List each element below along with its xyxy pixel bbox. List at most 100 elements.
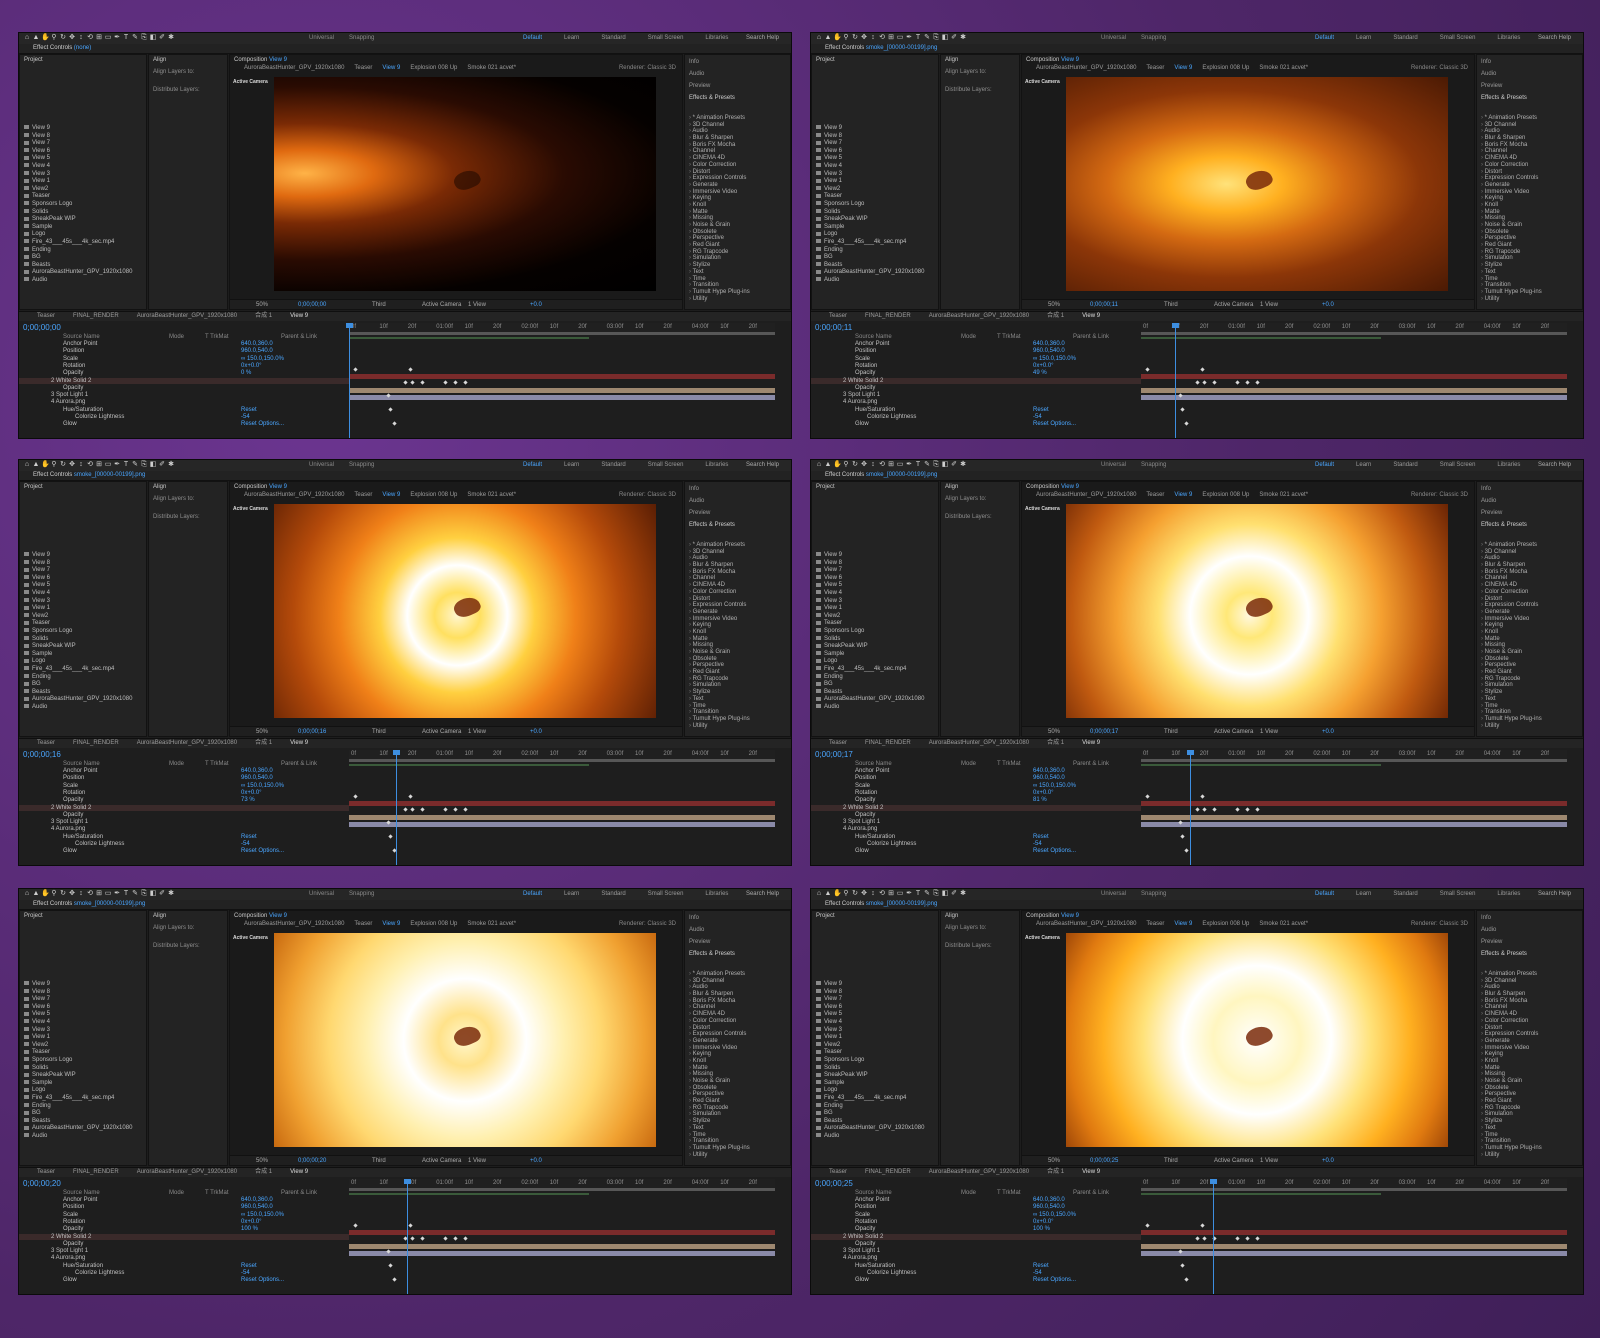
effects-category[interactable]: RG Trapcode (1481, 676, 1581, 683)
workspace-tab[interactable]: Default (1315, 35, 1334, 41)
orbit-icon[interactable]: ↻ (59, 890, 67, 898)
current-timecode[interactable]: 0;00;00;11 (815, 323, 852, 332)
project-item[interactable]: Sample (816, 224, 936, 232)
info-tab[interactable]: Info (1481, 59, 1491, 65)
composition-viewer[interactable] (274, 504, 656, 718)
pan-icon[interactable]: ✥ (68, 890, 76, 898)
effects-category[interactable]: Color Correction (1481, 162, 1581, 169)
project-item[interactable]: Solids (24, 636, 144, 644)
property-row[interactable]: Rotation 0x+0.0° (19, 1219, 349, 1225)
renderer-label[interactable]: Renderer: Classic 3D (1411, 65, 1468, 71)
layer-row-value[interactable]: 0x+0.0° (241, 790, 262, 796)
effects-category[interactable]: Utility (1481, 723, 1581, 730)
view-camera-dropdown[interactable]: Active Camera (1214, 1158, 1253, 1164)
effects-category[interactable]: Blur & Sharpen (1481, 991, 1581, 998)
composition-tab[interactable]: Teaser (1146, 921, 1164, 929)
type-tool-icon[interactable]: T (914, 890, 922, 898)
effects-category[interactable]: Expression Controls (689, 602, 789, 609)
composition-viewer[interactable] (274, 933, 656, 1147)
property-row[interactable]: Scale ∞ 150.0,150.0% (811, 1212, 1141, 1218)
layer-row[interactable]: 3 Spot Light 1 (19, 819, 349, 825)
effects-category[interactable]: Utility (1481, 1152, 1581, 1159)
selection-tool-icon[interactable]: ▲ (824, 890, 832, 898)
effects-category[interactable]: Utility (689, 1152, 789, 1159)
layer-row-value[interactable]: 640.0,360.0 (241, 1197, 273, 1203)
project-item[interactable]: View 3 (816, 171, 936, 179)
workspace-tab[interactable]: Default (523, 35, 542, 41)
effects-category[interactable]: Stylize (1481, 689, 1581, 696)
layer-row-value[interactable]: 640.0,360.0 (1033, 341, 1065, 347)
effects-category[interactable]: Obsolete (1481, 229, 1581, 236)
effects-category[interactable]: Blur & Sharpen (689, 562, 789, 569)
effects-category[interactable]: Transition (689, 1138, 789, 1145)
effects-category[interactable]: Knoll (689, 202, 789, 209)
effects-category[interactable]: Matte (1481, 209, 1581, 216)
layer-row-value[interactable]: 960.0,540.0 (1033, 1204, 1065, 1210)
property-row[interactable]: Position 960.0,540.0 (811, 1204, 1141, 1210)
hand-tool-icon[interactable]: ✋ (833, 890, 842, 898)
project-item[interactable]: View 9 (816, 125, 936, 133)
property-row[interactable]: Rotation 0x+0.0° (19, 363, 349, 369)
keyframe[interactable] (1200, 1223, 1205, 1228)
property-row[interactable]: Opacity 49 % (811, 370, 1141, 376)
rectangle-tool-icon[interactable]: ▭ (104, 890, 112, 898)
effects-category[interactable]: 3D Channel (1481, 978, 1581, 985)
composition-tab[interactable]: Smoke 021 acvet* (467, 65, 516, 73)
effects-category[interactable]: Transition (689, 282, 789, 289)
universal-toggle[interactable]: Universal (309, 462, 334, 468)
project-item[interactable]: View 9 (816, 552, 936, 560)
project-item[interactable]: SneakPeak WIP (24, 1072, 144, 1080)
layer-row-value[interactable]: 0 % (241, 370, 251, 376)
effects-category[interactable]: Generate (1481, 182, 1581, 189)
project-item[interactable]: Beasts (24, 1118, 144, 1126)
composition-tab[interactable]: AuroraBeastHunter_GPV_1920x1080 (1036, 65, 1136, 73)
effects-category[interactable]: Boris FX Mocha (689, 998, 789, 1005)
effects-category[interactable]: Keying (1481, 622, 1581, 629)
property-row[interactable]: Opacity (19, 1241, 349, 1247)
effects-category[interactable]: Audio (689, 984, 789, 991)
workspace-tab[interactable]: Libraries (1497, 462, 1520, 468)
view-camera-dropdown[interactable]: Active Camera (422, 1158, 461, 1164)
current-time-indicator[interactable] (1210, 1179, 1218, 1294)
universal-toggle[interactable]: Universal (309, 35, 334, 41)
keyframe[interactable] (410, 380, 415, 385)
timeline-tab[interactable]: 合成 1 (1047, 1168, 1064, 1177)
effects-category[interactable]: Boris FX Mocha (1481, 998, 1581, 1005)
pan-behind-icon[interactable]: ⊞ (95, 461, 103, 469)
home-icon[interactable]: ⌂ (815, 890, 823, 898)
effects-category[interactable]: Time (689, 276, 789, 283)
effects-category[interactable]: CINEMA 4D (689, 155, 789, 162)
pan-behind-icon[interactable]: ⊞ (95, 34, 103, 42)
layer-row-value[interactable]: 960.0,540.0 (241, 1204, 273, 1210)
project-item[interactable]: Sample (816, 651, 936, 659)
effects-category[interactable]: Color Correction (689, 589, 789, 596)
layer-row-value[interactable]: 640.0,360.0 (1033, 768, 1065, 774)
effects-category[interactable]: Tumult Hype Plug-ins (1481, 289, 1581, 296)
preview-tab[interactable]: Preview (1481, 939, 1502, 945)
zoom-dropdown[interactable]: 50% (256, 1158, 268, 1164)
layer-row-value[interactable]: Reset (241, 1263, 257, 1269)
layer-row[interactable]: 4 Aurora.png (811, 826, 1141, 832)
effects-category[interactable]: Simulation (689, 1111, 789, 1118)
zoom-dropdown[interactable]: 50% (1048, 729, 1060, 735)
selection-tool-icon[interactable]: ▲ (32, 890, 40, 898)
effects-category[interactable]: Tumult Hype Plug-ins (1481, 716, 1581, 723)
rectangle-tool-icon[interactable]: ▭ (896, 890, 904, 898)
property-row[interactable]: Anchor Point 640.0,360.0 (811, 341, 1141, 347)
current-timecode[interactable]: 0;00;00;20 (23, 1179, 61, 1188)
effects-category[interactable]: Matte (689, 636, 789, 643)
keyframe[interactable] (1195, 1236, 1200, 1241)
project-item[interactable]: View 4 (24, 590, 144, 598)
effects-category[interactable]: Stylize (689, 262, 789, 269)
view-camera-dropdown[interactable]: Active Camera (422, 729, 461, 735)
composition-tab[interactable]: Explosion 008 Up (410, 65, 457, 73)
layer-row-value[interactable]: 0x+0.0° (241, 363, 262, 369)
workspace-tab[interactable]: Libraries (705, 462, 728, 468)
effects-category[interactable]: Simulation (1481, 682, 1581, 689)
current-time-indicator[interactable] (1186, 750, 1194, 865)
effects-category[interactable]: Channel (689, 1004, 789, 1011)
layer-row-value[interactable]: Reset (241, 407, 257, 413)
keyframe[interactable] (1255, 1236, 1260, 1241)
timeline-tab[interactable]: View 9 (290, 739, 308, 748)
property-row[interactable]: Opacity (811, 812, 1141, 818)
